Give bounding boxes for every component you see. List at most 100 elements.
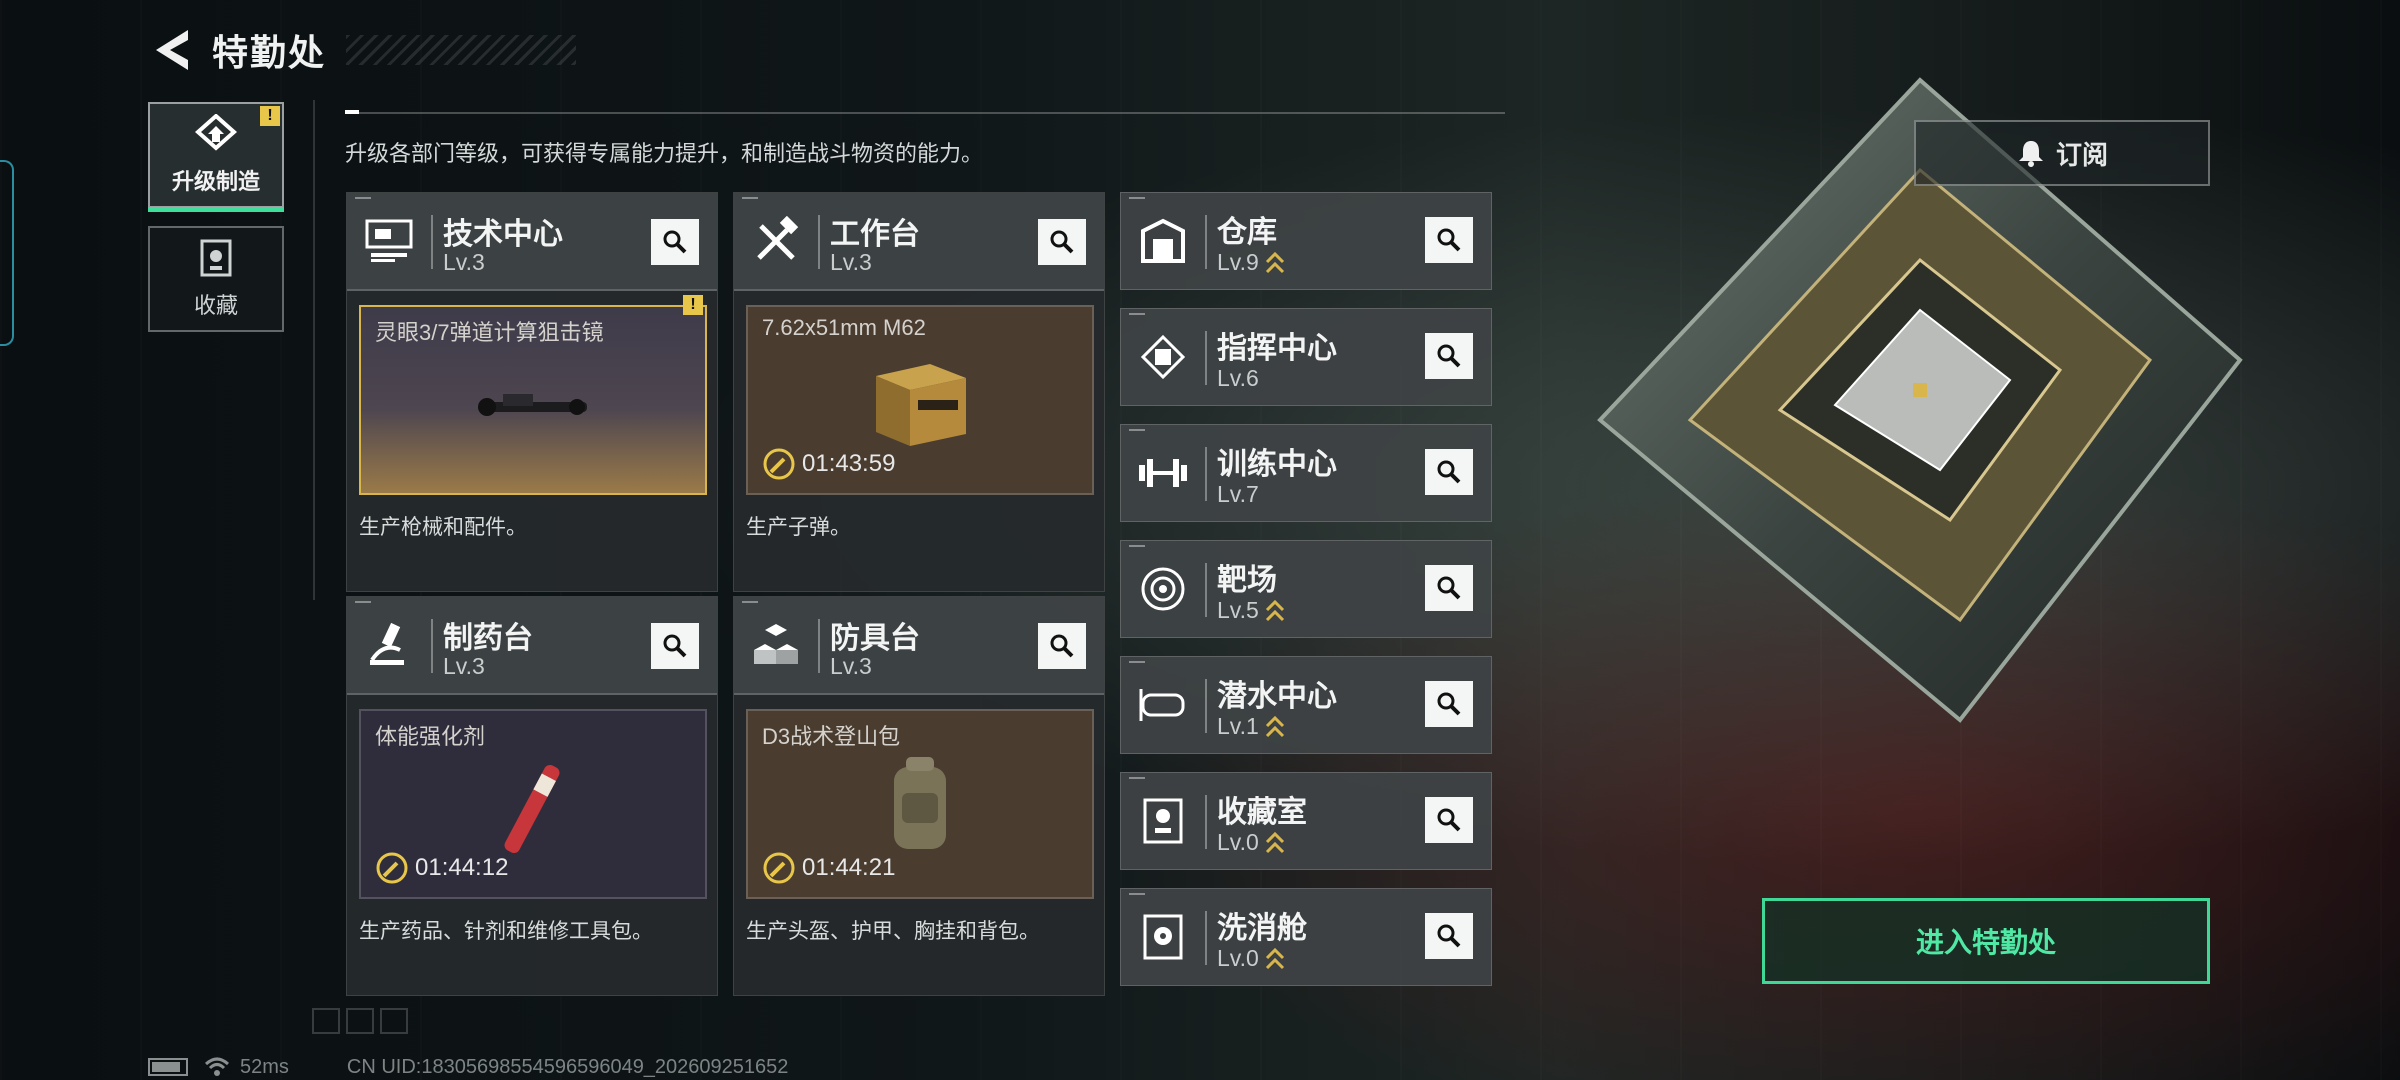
facility-name: 训练中心 [1217,448,1337,481]
facility-card-armor-bench[interactable]: 防具台 Lv.3 D3战术登山包 01:44:21 生产头盔、护甲、胸挂和背包。 [733,596,1105,996]
separator [1205,447,1207,501]
decorative-marks [312,1008,408,1034]
search-icon [1437,460,1461,484]
sidebar-tab-upgrade[interactable]: 升级制造 ! [148,102,284,212]
facility-card-command-center[interactable]: 指挥中心 Lv.6 [1120,308,1492,406]
back-button[interactable] [150,28,194,72]
facility-card-shooting-range[interactable]: 靶场 Lv.5 [1120,540,1492,638]
inspect-button[interactable] [1425,217,1473,263]
ammo-box-image [876,363,966,446]
ping-value: 52ms [240,1055,289,1078]
search-icon [1437,808,1461,832]
facility-name: 靶场 [1217,564,1277,597]
inspect-button[interactable] [651,623,699,669]
backpack-item-image [894,756,946,849]
production-slot[interactable]: 体能强化剂 01:44:12 [359,709,707,899]
upgrade-chevron-icon [1265,251,1284,273]
separator [1205,563,1207,617]
search-icon [1437,692,1461,716]
search-icon [1437,228,1461,252]
production-slot[interactable]: 7.62x51mm M62 01:43:59 [746,305,1094,495]
card-header: 技术中心 Lv.3 [347,193,717,291]
wrench-timer-icon [763,448,795,480]
separator [818,215,820,269]
separator [1205,679,1207,733]
search-icon [663,634,687,658]
wrench-timer-icon [763,852,795,884]
facility-card-warehouse[interactable]: 仓库 Lv.9 [1120,192,1492,290]
warning-badge: ! [260,106,280,126]
inspect-button[interactable] [1425,333,1473,379]
enter-facility-button[interactable]: 进入特勤处 [1762,898,2210,984]
separator [818,619,820,673]
inspect-button[interactable] [651,219,699,265]
separator [1205,795,1207,849]
radiation-chamber-icon [1135,909,1191,965]
facility-card-collection-room[interactable]: 收藏室 Lv.0 [1120,772,1492,870]
warehouse-icon [1135,213,1191,269]
wifi-icon [204,1057,230,1076]
upgrade-chevron-icon [1265,947,1284,969]
inspect-button[interactable] [1425,797,1473,843]
production-timer: 01:44:12 [375,851,508,885]
injector-item-image [504,764,560,853]
microscope-icon [361,617,417,673]
timer-value: 01:44:12 [415,854,509,881]
edge-indicator [0,160,14,346]
facility-name: 仓库 [1217,216,1277,249]
inspect-button[interactable] [1038,219,1086,265]
separator [431,619,433,673]
scope-item-image [478,393,587,416]
page-title: 特勤处 [212,32,327,73]
facility-level: Lv.7 [1217,481,1259,507]
facility-card-decon-chamber[interactable]: 洗消舱 Lv.0 [1120,888,1492,986]
inspect-button[interactable] [1425,565,1473,611]
back-arrow-icon [156,30,188,70]
sidebar-tab-collection[interactable]: 收藏 [148,226,284,332]
separator [431,215,433,269]
sidebar-tab-label: 收藏 [193,293,238,318]
facility-level: Lv.3 [443,249,485,275]
tools-icon [748,213,804,269]
upgrade-build-icon [194,114,238,151]
sidebar-tab-label: 升级制造 [171,169,260,194]
facility-level: Lv.5 [1217,597,1259,623]
inspect-button[interactable] [1425,449,1473,495]
inspect-button[interactable] [1425,681,1473,727]
facility-level-row: Lv.5 [1217,597,1285,624]
inspect-button[interactable] [1425,913,1473,959]
warning-badge: ! [683,295,703,315]
subscribe-button[interactable]: 订阅 [1914,120,2210,186]
production-slot[interactable]: D3战术登山包 01:44:21 [746,709,1094,899]
collection-case-icon [200,239,232,277]
search-icon [1437,344,1461,368]
product-name: 灵眼3/7弹道计算狙击镜 [375,320,604,345]
facility-name: 防具台 [830,622,920,655]
facility-level-row: Lv.0 [1217,829,1285,856]
facility-description: 生产子弹。 [746,516,851,539]
page-header: 特勤处 [150,20,577,80]
facility-card-diving-center[interactable]: 潜水中心 Lv.1 [1120,656,1492,754]
inspect-button[interactable] [1038,623,1086,669]
production-timer: 01:43:59 [762,447,895,481]
upgrade-chevron-icon [1265,599,1284,621]
facility-card-tech-center[interactable]: 技术中心 Lv.3 灵眼3/7弹道计算狙击镜 ! 生产枪械和配件。 [346,192,718,592]
production-slot[interactable]: 灵眼3/7弹道计算狙击镜 [359,305,707,495]
facility-card-training-center[interactable]: 训练中心 Lv.7 [1120,424,1492,522]
facility-card-pharmacy[interactable]: 制药台 Lv.3 体能强化剂 01:44:12 生产药品、针剂和维修工具包。 [346,596,718,996]
timer-value: 01:43:59 [802,450,896,477]
product-name: 7.62x51mm M62 [762,315,926,340]
wrench-timer-icon [376,852,408,884]
search-icon [1437,924,1461,948]
user-uid: CN UID:18305698554596596049_202609251652 [346,1055,789,1078]
facility-card-workbench[interactable]: 工作台 Lv.3 7.62x51mm M62 01:43:59 生产子弹。 [733,192,1105,592]
target-icon [1135,561,1191,617]
facility-description: 生产药品、针剂和维修工具包。 [359,920,653,943]
separator [1205,911,1207,965]
card-header: 防具台 Lv.3 [734,597,1104,695]
facility-name: 技术中心 [443,218,563,251]
facility-level: Lv.1 [1217,713,1259,739]
card-header: 制药台 Lv.3 [347,597,717,695]
facility-name: 指挥中心 [1217,332,1337,365]
search-icon [1050,230,1074,254]
